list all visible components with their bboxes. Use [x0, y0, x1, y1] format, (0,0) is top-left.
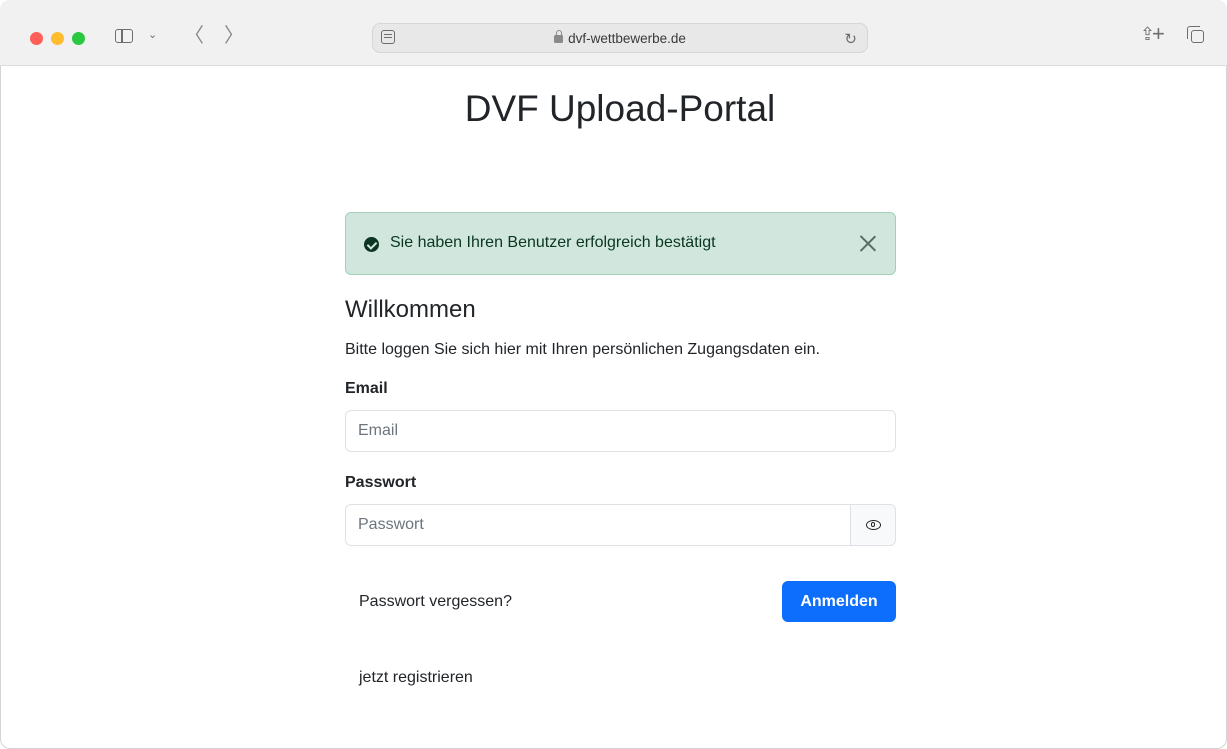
- sidebar-icon[interactable]: [115, 29, 133, 43]
- address-bar[interactable]: dvf-wettbewerbe.de ↻: [372, 23, 868, 53]
- welcome-heading: Willkommen: [345, 296, 476, 323]
- intro-text: Bitte loggen Sie sich hier mit Ihren per…: [345, 341, 820, 358]
- page-title: DVF Upload-Portal: [464, 88, 776, 129]
- login-panel: Sie haben Ihren Benutzer erfolgreich bes…: [345, 212, 896, 686]
- url-display[interactable]: dvf-wettbewerbe.de: [373, 30, 867, 46]
- tabs-overview-icon[interactable]: [1187, 26, 1204, 43]
- eye-icon: [866, 520, 881, 530]
- alert-message: Sie haben Ihren Benutzer erfolgreich bes…: [390, 234, 716, 251]
- success-alert: Sie haben Ihren Benutzer erfolgreich bes…: [345, 212, 896, 275]
- new-tab-icon[interactable]: +: [1152, 23, 1165, 45]
- lock-icon: [554, 30, 564, 43]
- forgot-password-link[interactable]: Passwort vergessen?: [359, 593, 512, 611]
- toggle-password-visibility-button[interactable]: [850, 504, 896, 546]
- close-window-button[interactable]: [30, 32, 43, 45]
- register-link[interactable]: jetzt registrieren: [359, 669, 473, 687]
- check-circle-icon: [364, 237, 379, 252]
- back-button[interactable]: 〈: [184, 26, 204, 46]
- login-button[interactable]: Anmelden: [782, 581, 896, 622]
- password-label: Passwort: [345, 474, 417, 491]
- chevron-down-icon[interactable]: ⌄: [148, 30, 157, 41]
- reload-icon[interactable]: ↻: [844, 30, 857, 48]
- email-label: Email: [345, 380, 388, 397]
- browser-toolbar: ⌄ 〈 〉 dvf-wettbewerbe.de ↻ ⇪ +: [0, 0, 1227, 66]
- minimize-window-button[interactable]: [51, 32, 64, 45]
- email-field[interactable]: [345, 410, 896, 452]
- browser-window: ⌄ 〈 〉 dvf-wettbewerbe.de ↻ ⇪ + DVF Uploa…: [0, 0, 1227, 749]
- forward-button[interactable]: 〉: [224, 26, 244, 46]
- password-field[interactable]: [345, 504, 851, 546]
- zoom-window-button[interactable]: [72, 32, 85, 45]
- url-text: dvf-wettbewerbe.de: [568, 31, 686, 46]
- close-icon[interactable]: [859, 234, 877, 252]
